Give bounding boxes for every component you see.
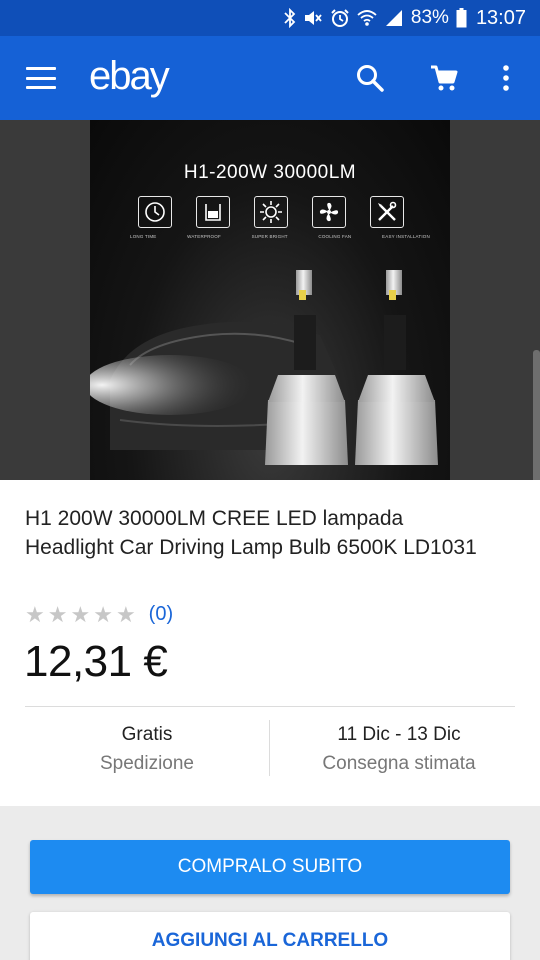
battery-percent: 83% — [410, 7, 449, 28]
screen: 83% 13:07 ebay H1-200W 30000LM LONG TIME… — [0, 0, 540, 960]
signal-icon — [384, 8, 404, 28]
cart-icon[interactable] — [424, 58, 464, 98]
delivery-dates: 11 Dic - 13 Dic — [337, 724, 461, 745]
status-bar: 83% 13:07 — [0, 0, 540, 36]
status-time: 13:07 — [475, 6, 526, 29]
rating[interactable]: ★ ★ ★ ★ ★ (0) — [25, 603, 173, 626]
product-image[interactable]: H1-200W 30000LM LONG TIME WATERPROOF SUP… — [90, 120, 450, 480]
star-icon: ★ — [93, 601, 113, 627]
divider — [25, 706, 515, 707]
price: 12,31 € — [24, 637, 168, 686]
delivery-info: 11 Dic - 13 Dic Consegna stimata — [270, 722, 528, 780]
star-icon: ★ — [25, 601, 45, 627]
more-vert-icon[interactable] — [486, 58, 526, 98]
add-to-cart-button[interactable]: AGGIUNGI AL CARRELLO — [30, 912, 510, 960]
delivery-label: Consegna stimata — [322, 753, 476, 774]
car-and-bulbs-illustration — [90, 270, 438, 465]
search-icon[interactable] — [350, 58, 390, 98]
buy-now-button[interactable]: COMPRALO SUBITO — [30, 840, 510, 894]
product-title: H1 200W 30000LM CREE LED lampada Headlig… — [25, 507, 477, 559]
alarm-icon — [330, 8, 350, 28]
menu-icon[interactable] — [22, 62, 60, 94]
product-image-gallery[interactable]: H1-200W 30000LM LONG TIME WATERPROOF SUP… — [0, 120, 540, 520]
app-bar: ebay — [0, 36, 540, 120]
review-count-link[interactable]: (0) — [149, 603, 173, 626]
battery-icon — [456, 8, 467, 28]
shipping-info: Gratis Spedizione — [25, 722, 269, 780]
shipping-cost: Gratis — [121, 724, 173, 745]
mute-icon — [303, 8, 323, 28]
ebay-logo[interactable]: ebay — [89, 54, 170, 99]
bluetooth-icon — [284, 8, 296, 28]
star-icon: ★ — [70, 601, 91, 627]
shipping-label: Spedizione — [99, 753, 195, 774]
star-icon: ★ — [115, 601, 136, 627]
wifi-icon — [357, 8, 377, 28]
star-icon: ★ — [47, 601, 68, 627]
